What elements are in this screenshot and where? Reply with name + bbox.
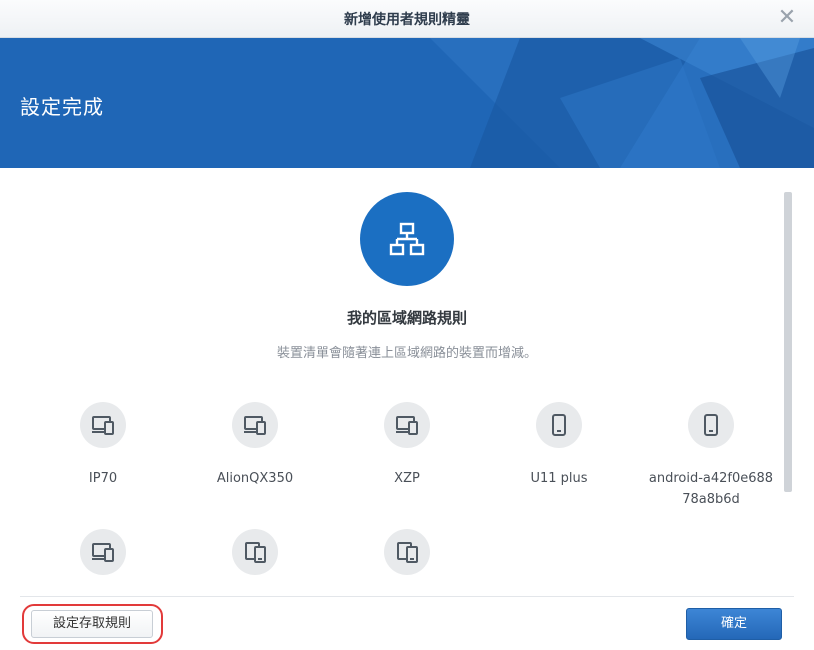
- device-item: XZP: [342, 402, 472, 489]
- device-item: [38, 529, 168, 575]
- device-item: [342, 529, 472, 575]
- laptop-phone-icon: [232, 402, 278, 448]
- header-banner: 設定完成: [0, 38, 814, 168]
- smartphone-icon: [536, 402, 582, 448]
- laptop-phone-icon: [384, 402, 430, 448]
- device-name: U11 plus: [530, 471, 588, 486]
- footer-divider: [20, 596, 794, 597]
- ok-button[interactable]: 確定: [686, 608, 782, 640]
- device-name: IP70: [88, 471, 118, 486]
- content-area: 我的區域網路規則 裝置清單會隨著連上區域網路的裝置而增減。 IP70 Alion…: [0, 168, 814, 596]
- device-item: [190, 529, 320, 575]
- device-name: AlionQX350: [216, 471, 294, 486]
- device-item: IP70: [38, 402, 168, 489]
- device-name: android-a42f0e68878a8b6d: [648, 471, 774, 507]
- rule-description: 裝置清單會隨著連上區域網路的裝置而增減。: [276, 346, 537, 361]
- set-access-rules-button[interactable]: 設定存取規則: [31, 610, 153, 638]
- banner-background: [0, 38, 814, 168]
- laptop-phone-icon: [80, 529, 126, 575]
- window-titlebar: 新增使用者規則精靈 ✕: [0, 0, 814, 38]
- rule-title: 我的區域網路規則: [346, 309, 467, 327]
- smartphone-icon: [688, 402, 734, 448]
- network-icon: [360, 192, 454, 286]
- devices-icon: [384, 529, 430, 575]
- device-name: XZP: [394, 471, 420, 486]
- devices-icon: [232, 529, 278, 575]
- close-icon[interactable]: ✕: [776, 6, 798, 30]
- laptop-phone-icon: [80, 402, 126, 448]
- window-title: 新增使用者規則精靈: [344, 12, 470, 28]
- device-item: U11 plus: [494, 402, 624, 489]
- banner-title: 設定完成: [20, 95, 104, 119]
- device-item: AlionQX350: [190, 402, 320, 489]
- device-item: android-a42f0e68878a8b6d: [646, 402, 776, 510]
